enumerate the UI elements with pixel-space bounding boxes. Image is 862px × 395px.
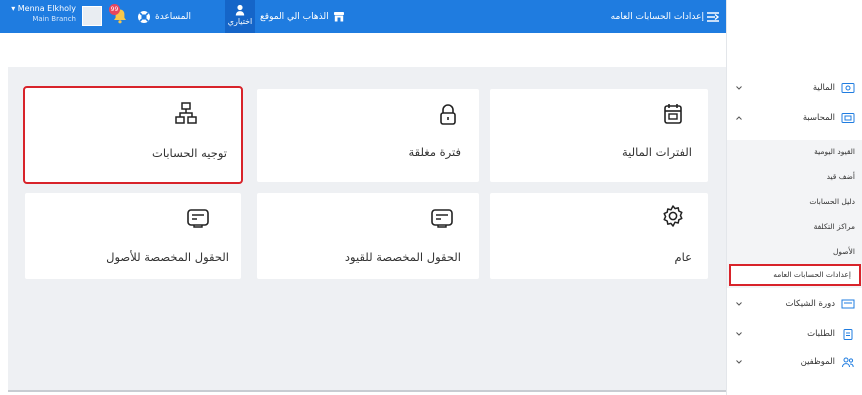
top-bar: ▾ Menna Elkholy Main Branch 99 المساعدة … xyxy=(0,0,726,33)
sidebar-item-label: دورة الشيكات xyxy=(785,299,835,309)
chevron-down-icon xyxy=(736,360,742,364)
chevron-up-icon xyxy=(736,116,742,120)
sidebar-item-employees[interactable]: الموظفين xyxy=(727,349,862,375)
card-closed-period[interactable]: فترة مغلقة xyxy=(257,89,479,182)
chevron-down-icon xyxy=(736,332,742,336)
card-asset-custom-fields[interactable]: الحقول المخصصة للأصول xyxy=(25,193,241,279)
user-branch: Main Branch xyxy=(32,15,76,23)
card-general[interactable]: عام xyxy=(490,193,708,279)
user-menu[interactable]: ▾ Menna Elkholy Main Branch xyxy=(4,4,76,24)
card-label: توجيه الحسابات xyxy=(152,146,227,160)
custom-field-icon xyxy=(187,209,209,228)
clipboard-icon xyxy=(843,329,853,340)
sidebar-item-chart-of-accounts[interactable]: دليل الحسابات xyxy=(727,190,862,214)
avatar[interactable] xyxy=(82,6,102,26)
sidebar-item-accounting[interactable]: المحاسبة xyxy=(727,105,862,131)
card-label: عام xyxy=(674,250,693,264)
calendar-icon xyxy=(664,104,682,124)
chevron-down-icon xyxy=(736,86,742,90)
sidebar-item-add-entry[interactable]: أضف قيد xyxy=(727,165,862,189)
sidebar-item-label: المحاسبة xyxy=(802,113,835,123)
sidebar-item-checks-cycle[interactable]: دورة الشيكات xyxy=(727,291,862,317)
wallet-icon xyxy=(841,83,855,93)
sidebar-header xyxy=(726,0,862,33)
store-icon xyxy=(333,12,344,22)
settings-grid: الفترات المالية فترة مغلقة توجيه الحسابا… xyxy=(8,67,726,392)
card-label: الحقول المخصصة للأصول xyxy=(106,250,229,264)
sidebar-item-finance[interactable]: المالية xyxy=(727,75,862,101)
lock-icon xyxy=(440,104,456,125)
sidebar-item-label: الموظفين xyxy=(800,357,835,367)
go-to-site-label: الذهاب الي الموقع xyxy=(260,11,329,22)
sidebar-item-cost-centers[interactable]: مراكز التكلفة xyxy=(727,215,862,239)
people-icon xyxy=(842,357,854,368)
page-header xyxy=(0,33,726,67)
chevron-down-icon xyxy=(736,302,742,306)
go-to-site-link[interactable]: الذهاب الي الموقع xyxy=(232,0,345,33)
sidebar-item-assets[interactable]: الأصول xyxy=(727,240,862,264)
sidebar-item-daily-entries[interactable]: القيود اليومية xyxy=(727,140,862,164)
card-label: الفترات المالية xyxy=(622,145,692,159)
notification-badge: 99 xyxy=(109,4,120,15)
sidebar-item-label: المالية xyxy=(812,83,835,93)
card-label: الحقول المخصصة للقيود xyxy=(344,250,461,264)
gear-icon xyxy=(663,205,683,227)
help-label: المساعدة xyxy=(155,11,192,22)
help-button[interactable]: المساعدة xyxy=(137,0,191,33)
card-label: فترة مغلقة xyxy=(408,145,462,159)
lifebuoy-icon xyxy=(138,10,150,23)
card-account-routing[interactable]: توجيه الحسابات xyxy=(23,86,243,184)
accounting-submenu: القيود اليومية أضف قيد دليل الحسابات مرا… xyxy=(727,140,862,288)
sidebar-item-general-account-settings[interactable]: إعدادات الحسابات العامه xyxy=(729,264,861,286)
card-fiscal-periods[interactable]: الفترات المالية xyxy=(490,89,708,182)
check-icon xyxy=(841,299,855,309)
page-title: إعدادات الحسابات العامه xyxy=(610,11,704,22)
sidebar-item-label: الطلبات xyxy=(807,329,835,339)
user-name: ▾ Menna Elkholy xyxy=(11,4,76,13)
accounting-icon xyxy=(841,113,855,123)
menu-toggle-icon[interactable] xyxy=(705,9,721,25)
network-icon xyxy=(175,102,197,124)
sidebar-item-requests[interactable]: الطلبات xyxy=(727,321,862,347)
custom-field-icon xyxy=(431,209,453,228)
card-journal-custom-fields[interactable]: الحقول المخصصة للقيود xyxy=(257,193,479,279)
sidebar: المالية المحاسبة القيود اليومية أضف قيد … xyxy=(726,33,862,395)
